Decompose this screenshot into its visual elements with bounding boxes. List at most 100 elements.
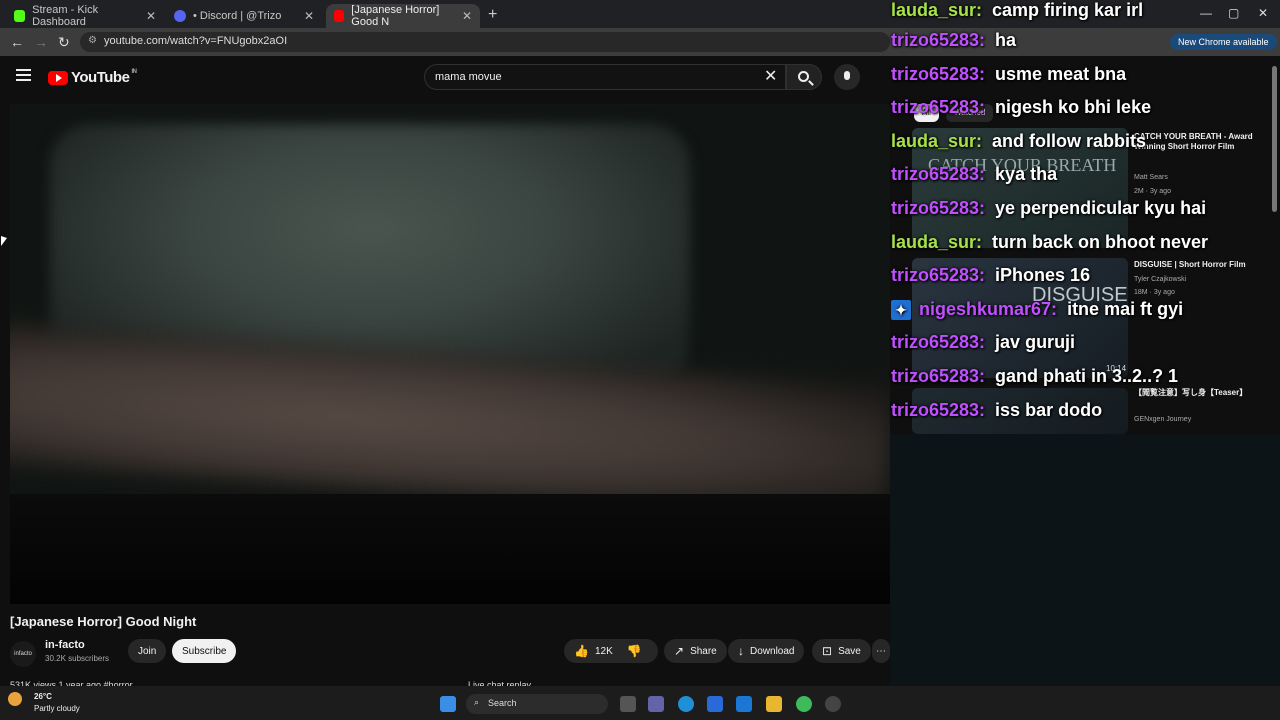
chat-message: lauda_sur: camp firing kar irl: [891, 0, 1143, 28]
like-dislike-group: 👍 12K 👎: [564, 639, 658, 663]
mail-icon[interactable]: [736, 696, 752, 712]
address-bar[interactable]: ⚙ youtube.com/watch?v=FNUgobx2aOI: [80, 32, 890, 52]
download-icon: ↓: [738, 644, 744, 658]
store-icon[interactable]: [707, 696, 723, 712]
chat-text: kya tha: [995, 164, 1058, 184]
chat-username: trizo65283:: [891, 198, 986, 218]
voice-search-icon[interactable]: [834, 64, 860, 90]
windows-taskbar: [0, 686, 1280, 720]
save-button[interactable]: ⊡ Save: [812, 639, 871, 663]
taskbar-search[interactable]: ⌕ Search: [466, 694, 608, 714]
join-label: Join: [138, 645, 157, 657]
subscribe-button[interactable]: Subscribe: [172, 639, 237, 663]
chrome-update-button[interactable]: New Chrome available: [1170, 34, 1277, 50]
tab-label: • Discord | @Trizo: [193, 10, 282, 22]
like-count[interactable]: 12K: [595, 646, 613, 657]
chat-message: trizo65283: gand phati in 3..2..? 1: [891, 366, 1178, 394]
chat-username: trizo65283:: [891, 64, 986, 84]
chat-message: trizo65283: iss bar dodo: [891, 400, 1102, 428]
chat-username: lauda_sur:: [891, 0, 983, 20]
share-button[interactable]: ↗ Share: [664, 639, 727, 663]
file-explorer-icon[interactable]: [766, 696, 782, 712]
windows-start-icon[interactable]: [440, 696, 456, 712]
new-tab-icon[interactable]: +: [488, 6, 497, 24]
chat-text: iPhones 16: [995, 265, 1091, 285]
chat-text: ye perpendicular kyu hai: [995, 198, 1207, 218]
chat-username: trizo65283:: [891, 332, 986, 352]
dislike-icon[interactable]: 👎: [627, 644, 642, 658]
chat-message: trizo65283: nigesh ko bhi leke: [891, 97, 1151, 125]
url-text: youtube.com/watch?v=FNUgobx2aOI: [104, 35, 288, 47]
logo-text: YouTube: [71, 69, 130, 86]
recommendation-channel: Tyler Czajkowski: [1134, 276, 1187, 283]
reload-icon[interactable]: ↻: [58, 34, 70, 51]
country-code: IN: [131, 69, 137, 75]
obs-icon[interactable]: [825, 696, 841, 712]
search-button[interactable]: [786, 64, 822, 90]
tab-label: Stream - Kick Dashboard: [32, 4, 99, 28]
chat-message: trizo65283: jav guruji: [891, 332, 1075, 360]
share-label: Share: [690, 645, 717, 657]
download-button[interactable]: ↓ Download: [728, 639, 805, 663]
minimize-icon[interactable]: —: [1200, 6, 1212, 20]
chat-message: lauda_sur: turn back on bhoot never: [891, 232, 1208, 260]
search-input[interactable]: mama movue: [424, 64, 786, 90]
menu-icon[interactable]: [16, 69, 31, 81]
download-label: Download: [750, 645, 795, 657]
chat-username: lauda_sur:: [891, 232, 983, 252]
chat-badge-icon: ✦: [891, 300, 911, 320]
chat-message: trizo65283: ye perpendicular kyu hai: [891, 198, 1206, 226]
chat-message: trizo65283: usme meat bna: [891, 64, 1126, 92]
tab-discord[interactable]: • Discord | @Trizo ✕: [166, 4, 322, 28]
maximize-icon[interactable]: ▢: [1228, 6, 1239, 20]
chat-text: nigesh ko bhi leke: [995, 97, 1152, 117]
close-icon[interactable]: ✕: [462, 9, 472, 23]
chat-message: trizo65283: kya tha: [891, 164, 1057, 192]
task-view-icon[interactable]: [620, 696, 636, 712]
chat-username: trizo65283:: [891, 164, 986, 184]
edge-icon[interactable]: [678, 696, 694, 712]
bookmark-icon: ⊡: [822, 644, 833, 658]
chat-text: jav guruji: [995, 332, 1076, 352]
youtube-logo[interactable]: YouTube IN: [48, 69, 137, 86]
save-label: Save: [838, 645, 861, 657]
chat-text: ha: [995, 30, 1017, 50]
update-label: New Chrome available: [1178, 37, 1269, 47]
recommendation-title[interactable]: CATCH YOUR BREATH - Award Winning Short …: [1134, 132, 1264, 153]
subscribe-label: Subscribe: [182, 645, 227, 657]
chat-username: trizo65283:: [891, 400, 986, 420]
partly-cloudy-icon: [8, 692, 22, 706]
chat-text: itne mai ft gyi: [1067, 299, 1184, 319]
channel-name[interactable]: in-facto: [45, 639, 85, 651]
kick-favicon-icon: [14, 10, 26, 22]
close-window-icon[interactable]: ✕: [1258, 6, 1268, 20]
tab-kick-dashboard[interactable]: Stream - Kick Dashboard ✕: [6, 4, 164, 28]
recommendation-title[interactable]: DISGUISE | Short Horror Film: [1134, 260, 1264, 270]
join-button[interactable]: Join: [128, 639, 167, 663]
search-value: mama movue: [435, 71, 502, 83]
close-icon[interactable]: ✕: [304, 9, 314, 23]
close-icon[interactable]: ✕: [146, 9, 156, 23]
like-icon[interactable]: 👍: [574, 644, 589, 658]
channel-avatar[interactable]: infacto: [10, 641, 36, 667]
clear-search-icon[interactable]: ✕: [764, 66, 777, 86]
tab-youtube-video[interactable]: [Japanese Horror] Good N ✕: [326, 4, 480, 28]
taskbar-search-label: Search: [488, 698, 517, 708]
search-icon: ⌕: [474, 697, 480, 707]
more-actions-icon[interactable]: ⋯: [872, 639, 890, 663]
youtube-play-icon: [48, 70, 68, 85]
site-info-icon[interactable]: ⚙: [88, 35, 97, 46]
youtube-favicon-icon: [334, 10, 345, 22]
chat-text: camp firing kar irl: [992, 0, 1144, 20]
weather-condition: Partly cloudy: [34, 704, 80, 713]
video-player[interactable]: [10, 104, 890, 604]
video-title: [Japanese Horror] Good Night: [10, 614, 197, 629]
teams-icon[interactable]: [648, 696, 664, 712]
forward-icon[interactable]: →: [34, 34, 48, 50]
discord-favicon-icon: [174, 10, 186, 22]
weather-widget[interactable]: 26°C Partly cloudy: [8, 692, 80, 713]
back-icon[interactable]: ←: [10, 34, 24, 50]
chrome-icon[interactable]: [796, 696, 812, 712]
search-icon: [798, 71, 809, 82]
sidebar-scrollbar[interactable]: [1272, 66, 1277, 212]
